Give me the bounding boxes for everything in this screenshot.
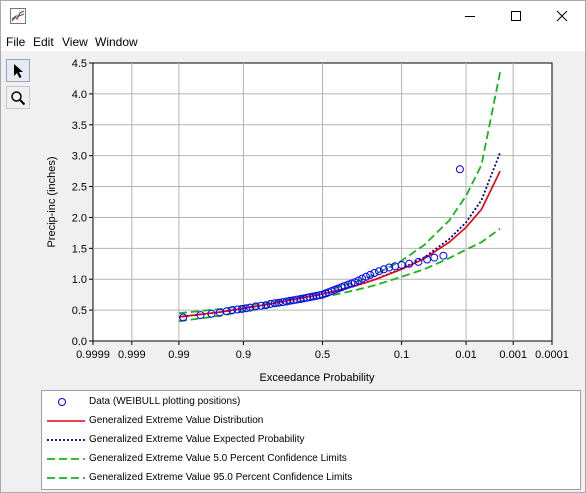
- legend-item: Generalized Extreme Value 95.0 Percent C…: [42, 469, 582, 487]
- probability-plot: 0.00.51.01.52.02.53.03.54.04.5 0.9999 0.9…: [46, 58, 569, 384]
- x-tick-label: 0.99: [168, 349, 189, 361]
- y-tick-label: 0.5: [72, 305, 87, 317]
- legend-item: Data (WEIBULL plotting positions): [42, 393, 582, 411]
- legend-swatch: [47, 458, 85, 460]
- legend-label: Generalized Extreme Value Distribution: [89, 415, 264, 426]
- x-tick-label: 0.9: [236, 349, 251, 361]
- y-tick-label: 2.5: [72, 182, 87, 194]
- legend-swatch: [58, 398, 66, 406]
- y-axis-ticks: 0.0 0.5 1.0 1.5 2.0 2.5 3.0 3.5 4.0 4.5: [72, 58, 93, 348]
- legend-label: Generalized Extreme Value Expected Proba…: [89, 434, 305, 445]
- x-tick-label: 0.01: [455, 349, 476, 361]
- y-axis-title: Precip-inc (inches): [46, 156, 58, 247]
- x-tick-label: 0.999: [118, 349, 146, 361]
- x-tick-label: 0.1: [394, 349, 409, 361]
- y-tick-label: 2.0: [72, 212, 87, 224]
- x-tick-label: 0.001: [499, 349, 527, 361]
- y-tick-label: 1.0: [72, 274, 87, 286]
- y-tick-label: 1.5: [72, 243, 87, 255]
- legend-label: Generalized Extreme Value 95.0 Percent C…: [89, 472, 353, 483]
- x-tick-label: 0.0001: [535, 349, 569, 361]
- app-window: File Edit View Window 0.0 0.5 1.0 1.5 2.0 2.5…: [0, 0, 586, 493]
- x-axis-ticks: 0.9999 0.999 0.99 0.9 0.5 0.1 0.01 0.001 0.0001: [76, 341, 569, 361]
- x-tick-label: 0.9999: [76, 349, 110, 361]
- legend: Data (WEIBULL plotting positions) General…: [41, 390, 581, 490]
- y-tick-label: 3.0: [72, 151, 87, 163]
- legend-item: Generalized Extreme Value 5.0 Percent Co…: [42, 450, 582, 468]
- y-tick-label: 3.5: [72, 120, 87, 132]
- legend-swatch: [47, 439, 85, 441]
- x-axis-title: Exceedance Probability: [260, 372, 375, 384]
- y-tick-label: 4.0: [72, 89, 87, 101]
- legend-label: Data (WEIBULL plotting positions): [89, 396, 241, 407]
- legend-swatch: [47, 420, 85, 422]
- legend-item: Generalized Extreme Value Expected Proba…: [42, 431, 582, 449]
- legend-label: Generalized Extreme Value 5.0 Percent Co…: [89, 453, 347, 464]
- legend-swatch: [47, 477, 85, 479]
- legend-item: Generalized Extreme Value Distribution: [42, 412, 582, 430]
- y-tick-label: 0.0: [72, 336, 87, 348]
- y-tick-label: 4.5: [72, 58, 87, 70]
- x-tick-label: 0.5: [315, 349, 330, 361]
